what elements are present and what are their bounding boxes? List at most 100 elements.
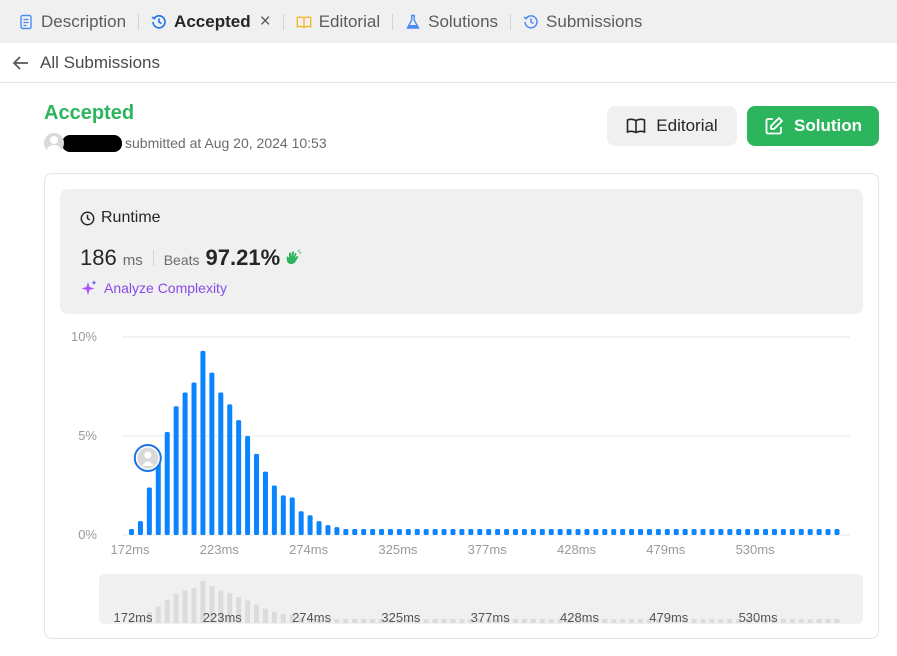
avatar-head xyxy=(144,451,152,459)
tab-divider xyxy=(138,13,140,30)
mini-bar xyxy=(620,619,626,623)
bar xyxy=(682,529,688,535)
bar xyxy=(361,529,367,535)
tab-description-label: Description xyxy=(41,11,127,31)
history-icon xyxy=(151,14,167,30)
bar xyxy=(289,497,295,535)
bar xyxy=(673,529,679,535)
runtime-values: 186 ms Beats 97.21% xyxy=(80,245,302,271)
arrow-left-icon[interactable] xyxy=(12,54,30,72)
bar xyxy=(584,529,590,535)
tab-editorial[interactable]: Editorial xyxy=(296,0,380,43)
bar xyxy=(575,529,581,535)
bar xyxy=(709,529,715,535)
runtime-value: 186 xyxy=(80,245,117,270)
tab-solutions[interactable]: Solutions xyxy=(405,0,498,43)
mini-bar xyxy=(423,619,429,623)
beats-value: 97.21% xyxy=(205,245,281,270)
bar xyxy=(182,392,188,535)
bar xyxy=(754,529,760,535)
bar xyxy=(191,382,197,535)
divider xyxy=(152,250,154,266)
mini-bar xyxy=(164,599,170,623)
close-icon[interactable]: × xyxy=(260,11,271,33)
beats-label: Beats xyxy=(163,252,200,268)
bar xyxy=(602,529,608,535)
x-tick-label: 377ms xyxy=(468,542,508,557)
mini-bar xyxy=(262,608,268,623)
mini-bar xyxy=(638,619,644,623)
bar xyxy=(664,529,670,535)
bar xyxy=(352,529,358,535)
bar xyxy=(432,529,438,535)
redacted-username xyxy=(62,134,122,152)
mini-bar xyxy=(343,619,349,623)
mini-x-tick-label: 172ms xyxy=(113,610,153,625)
bar xyxy=(262,471,268,535)
mini-bar xyxy=(182,590,188,623)
bar xyxy=(137,521,143,535)
bar xyxy=(763,529,769,535)
bar xyxy=(700,529,706,535)
x-tick-label: 530ms xyxy=(736,542,776,557)
tab-description[interactable]: Description xyxy=(18,0,126,43)
clap-icon xyxy=(284,249,302,267)
edit-icon xyxy=(764,116,784,136)
mini-bar xyxy=(432,619,438,623)
back-row: All Submissions xyxy=(0,43,897,83)
bar xyxy=(477,529,483,535)
mini-bar xyxy=(361,619,367,623)
bar xyxy=(504,529,510,535)
mini-bar xyxy=(459,619,465,623)
bar xyxy=(718,529,724,535)
editorial-button[interactable]: Editorial xyxy=(607,106,737,146)
all-submissions-link[interactable]: All Submissions xyxy=(40,53,160,73)
bar xyxy=(423,529,429,535)
mini-x-tick-label: 325ms xyxy=(381,610,421,625)
flask-icon xyxy=(405,14,421,30)
bar xyxy=(736,529,742,535)
mini-bar xyxy=(539,619,545,623)
bar xyxy=(691,529,697,535)
bar xyxy=(512,529,518,535)
mini-bar xyxy=(611,619,617,623)
mini-bar xyxy=(254,604,260,623)
book-icon xyxy=(296,14,312,30)
bar xyxy=(298,511,304,535)
mini-x-tick-label: 530ms xyxy=(739,610,779,625)
bar xyxy=(530,529,536,535)
runtime-title-label: Runtime xyxy=(101,209,161,226)
mini-bar xyxy=(825,619,831,623)
x-tick-label: 479ms xyxy=(646,542,686,557)
mini-bar xyxy=(173,593,179,623)
tab-editorial-label: Editorial xyxy=(318,11,381,31)
mini-bar xyxy=(370,619,376,623)
bar xyxy=(486,529,492,535)
clock-icon xyxy=(80,211,95,226)
mini-x-tick-label: 377ms xyxy=(471,610,511,625)
sparkle-icon xyxy=(80,279,98,297)
tab-bar: Description Accepted × Editorial Solutio… xyxy=(0,0,897,43)
history-icon xyxy=(523,14,539,30)
tab-accepted-label: Accepted xyxy=(174,11,251,31)
bar xyxy=(450,529,456,535)
editorial-button-label: Editorial xyxy=(656,116,718,135)
mini-x-tick-label: 428ms xyxy=(560,610,600,625)
tab-submissions[interactable]: Submissions xyxy=(523,0,642,43)
x-tick-label: 223ms xyxy=(200,542,240,557)
submitted-time: submitted at Aug 20, 2024 10:53 xyxy=(125,135,327,151)
x-tick-label: 428ms xyxy=(557,542,597,557)
bar xyxy=(557,529,563,535)
bar xyxy=(271,485,277,535)
analyze-complexity-button[interactable]: Analyze Complexity xyxy=(80,279,227,297)
mini-x-tick-label: 479ms xyxy=(649,610,689,625)
avatar[interactable] xyxy=(44,133,64,153)
runtime-title: Runtime xyxy=(80,209,161,227)
tab-accepted[interactable]: Accepted × xyxy=(151,0,271,43)
solution-button[interactable]: Solution xyxy=(747,106,879,146)
runtime-unit: ms xyxy=(122,252,143,269)
bar xyxy=(834,529,840,535)
document-icon xyxy=(18,14,34,30)
submission-meta: submitted at Aug 20, 2024 10:53 xyxy=(44,133,327,153)
bar xyxy=(825,529,831,535)
